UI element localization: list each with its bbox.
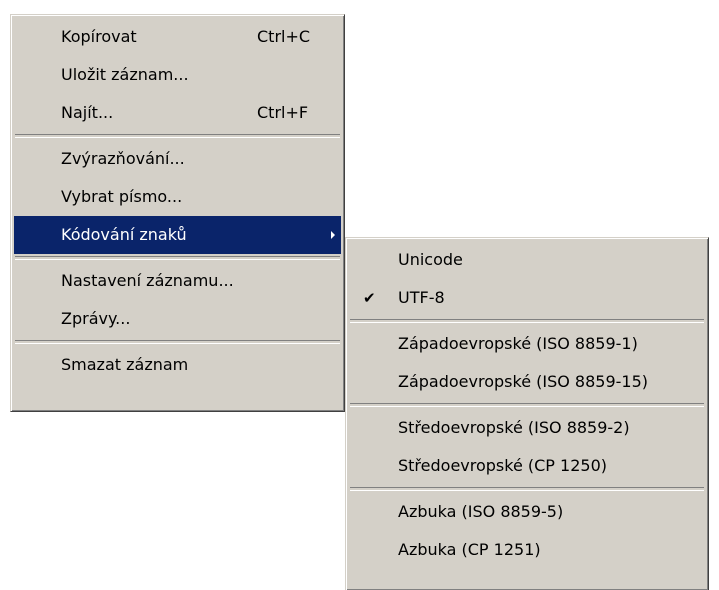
menu-separator [15,134,340,138]
menu-item-copy[interactable]: Kopírovat Ctrl+C [14,18,341,56]
encoding-submenu: Unicode ✔ UTF-8 Západoevropské (ISO 8859… [345,237,709,590]
submenu-arrow-icon [331,231,335,239]
menu-separator [15,256,340,260]
menu-item-highlighting[interactable]: Zvýrazňování... [14,140,341,178]
menu-item-label: Smazat záznam [61,355,189,374]
menu-item-label: Kopírovat [61,27,137,46]
menu-separator [15,340,340,344]
menu-item-label: UTF-8 [398,288,445,307]
submenu-item-utf8[interactable]: ✔ UTF-8 [349,279,705,317]
menu-item-find[interactable]: Najít... Ctrl+F [14,94,341,132]
submenu-item-cp-1250[interactable]: Středoevropské (CP 1250) [349,447,705,485]
menu-item-label: Zprávy... [61,309,131,328]
menu-item-label: Vybrat písmo... [61,187,183,206]
menu-item-label: Západoevropské (ISO 8859-15) [398,372,649,391]
submenu-item-iso-8859-15[interactable]: Západoevropské (ISO 8859-15) [349,363,705,401]
menu-separator [350,487,704,491]
menu-item-label: Unicode [398,250,463,269]
menu-item-label: Západoevropské (ISO 8859-1) [398,334,638,353]
submenu-item-iso-8859-5[interactable]: Azbuka (ISO 8859-5) [349,493,705,531]
menu-separator [350,403,704,407]
submenu-item-unicode[interactable]: Unicode [349,241,705,279]
menu-item-shortcut: Ctrl+F [257,103,309,122]
menu-item-label: Azbuka (CP 1251) [398,540,541,559]
menu-item-label: Najít... [61,103,114,122]
menu-item-character-encoding[interactable]: Kódování znaků [14,216,341,254]
checkmark-icon: ✔ [363,289,376,307]
menu-item-messages[interactable]: Zprávy... [14,300,341,338]
submenu-item-cp-1251[interactable]: Azbuka (CP 1251) [349,531,705,569]
menu-item-label: Kódování znaků [61,225,187,244]
menu-item-label: Středoevropské (CP 1250) [398,456,607,475]
menu-item-label: Středoevropské (ISO 8859-2) [398,418,630,437]
menu-item-shortcut: Ctrl+C [257,27,311,46]
context-menu: Kopírovat Ctrl+C Uložit záznam... Najít.… [10,14,345,412]
menu-item-save-record[interactable]: Uložit záznam... [14,56,341,94]
menu-item-label: Zvýrazňování... [61,149,185,168]
menu-item-label: Uložit záznam... [61,65,189,84]
menu-item-choose-font[interactable]: Vybrat písmo... [14,178,341,216]
submenu-item-iso-8859-2[interactable]: Středoevropské (ISO 8859-2) [349,409,705,447]
menu-item-delete-record[interactable]: Smazat záznam [14,346,341,384]
menu-item-label: Azbuka (ISO 8859-5) [398,502,564,521]
menu-item-label: Nastavení záznamu... [61,271,234,290]
menu-separator [350,319,704,323]
menu-item-record-settings[interactable]: Nastavení záznamu... [14,262,341,300]
submenu-item-iso-8859-1[interactable]: Západoevropské (ISO 8859-1) [349,325,705,363]
